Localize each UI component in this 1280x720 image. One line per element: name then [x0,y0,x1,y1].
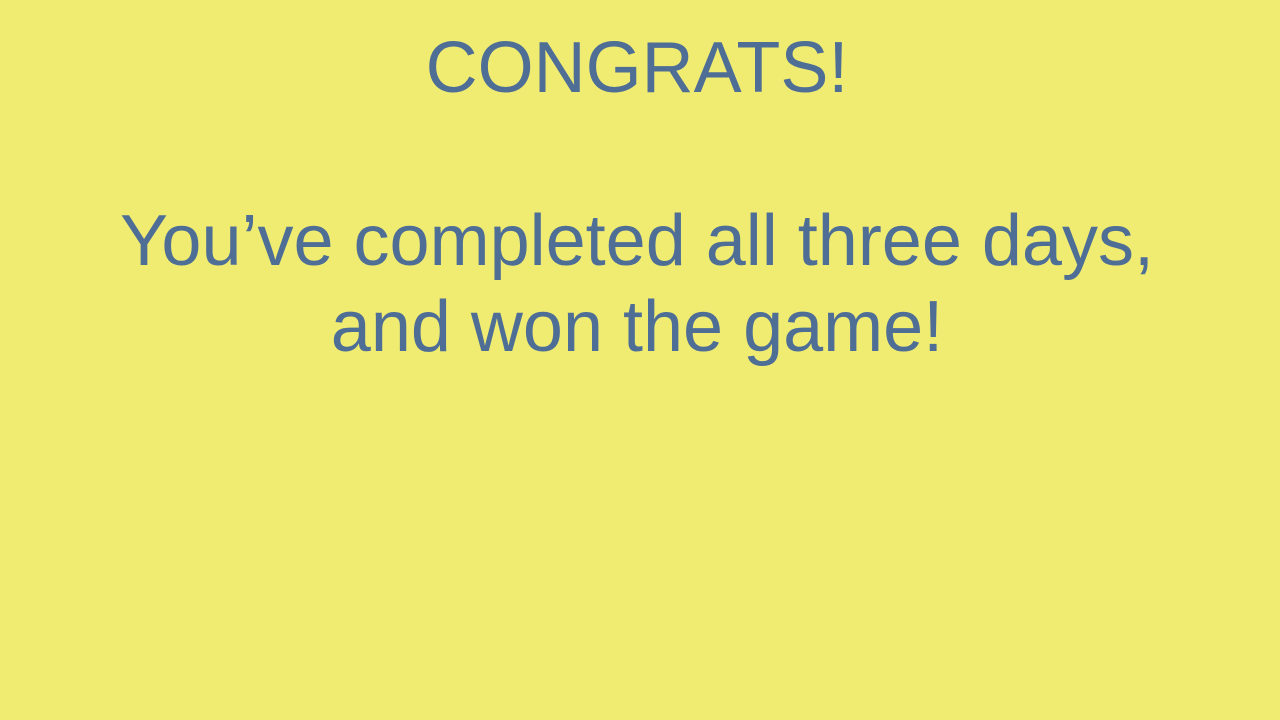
congrats-screen: CONGRATS! You’ve completed all three day… [0,0,1280,720]
win-message-line-1: You’ve completed all three days, [120,201,1154,281]
congrats-title: CONGRATS! [425,28,849,108]
win-message: You’ve completed all three days, and won… [0,198,1274,370]
win-message-line-2: and won the game! [330,287,944,367]
